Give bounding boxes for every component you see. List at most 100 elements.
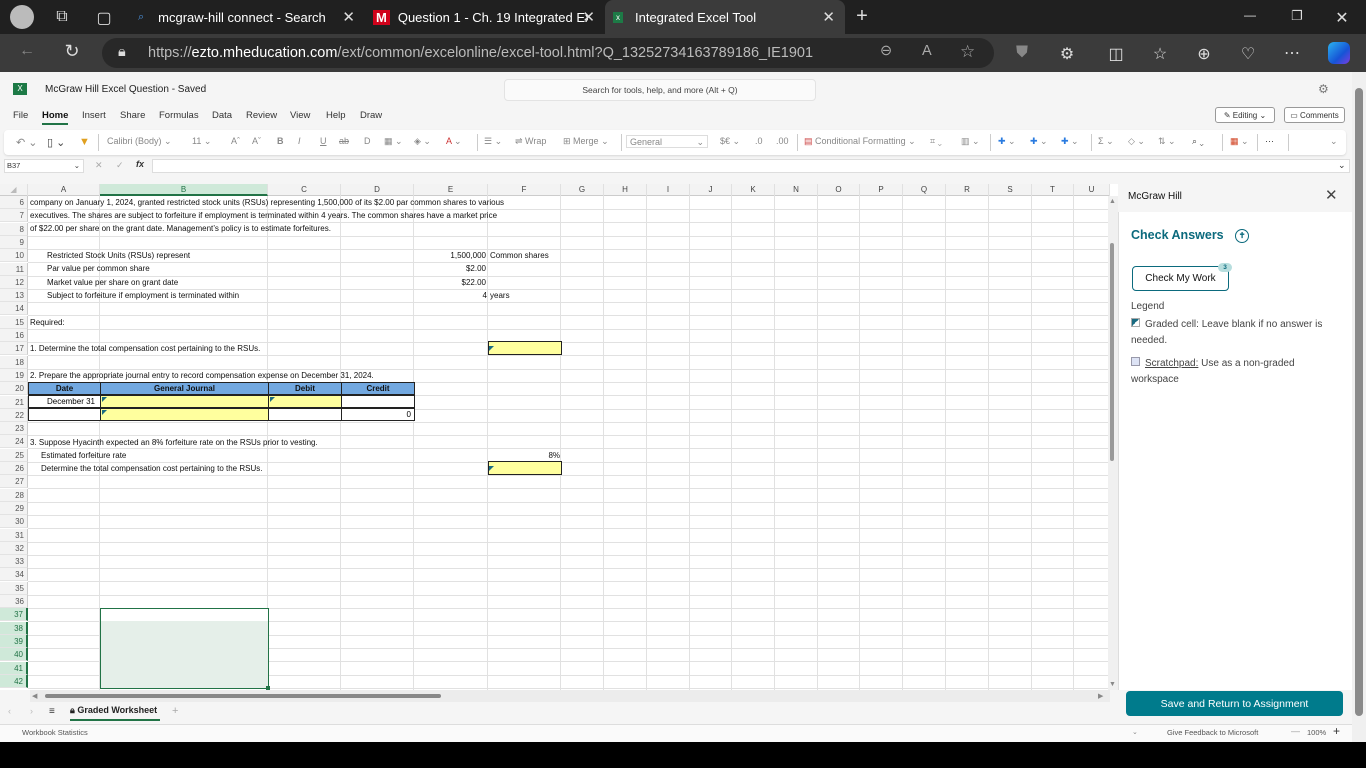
shield-icon[interactable]: ⛊ xyxy=(1010,44,1034,62)
shrink-font-icon[interactable]: Aˇ xyxy=(252,136,261,146)
journal-row2-account[interactable] xyxy=(100,408,269,421)
cell-A24[interactable]: 3. Suppose Hyacinth expected an 8% forfe… xyxy=(30,436,318,449)
answer-cell-F17[interactable] xyxy=(488,341,562,355)
row-header-10[interactable]: 10 xyxy=(0,249,28,262)
expand-formula-bar-icon[interactable]: ⌄ xyxy=(1338,160,1346,171)
split-screen-icon[interactable]: ◫ xyxy=(1104,44,1128,64)
number-format-select[interactable]: General ⌄ xyxy=(626,135,708,148)
favorites-icon[interactable]: ☆ xyxy=(1148,44,1172,64)
close-tab-icon[interactable]: ✕ xyxy=(822,8,835,26)
cell-E13[interactable]: 4 xyxy=(414,289,487,302)
row-header-12[interactable]: 12 xyxy=(0,276,28,289)
font-color-icon[interactable]: A ⌄ xyxy=(446,136,462,147)
sheet-tab-graded-worksheet[interactable]: 🔒︎ Graded Worksheet xyxy=(70,705,157,716)
journal-row2-credit[interactable]: 0 xyxy=(341,408,415,421)
row-header-33[interactable]: 33 xyxy=(0,555,28,568)
row-header-16[interactable]: 16 xyxy=(0,329,28,342)
currency-icon[interactable]: $€ ⌄ xyxy=(720,136,740,147)
column-header-H[interactable]: H xyxy=(604,184,647,196)
row-header-18[interactable]: 18 xyxy=(0,356,28,369)
menu-file[interactable]: File xyxy=(13,110,28,121)
row-header-27[interactable]: 27 xyxy=(0,475,28,488)
journal-row1-debit[interactable] xyxy=(268,395,342,408)
row-header-34[interactable]: 34 xyxy=(0,568,28,581)
favorite-star-icon[interactable]: ☆ xyxy=(960,42,975,62)
increase-decimal-icon[interactable]: .00 xyxy=(776,136,789,146)
scroll-left-arrow-icon[interactable]: ◀ xyxy=(32,692,37,700)
close-pane-icon[interactable]: ✕ xyxy=(1325,186,1338,204)
row-header-30[interactable]: 30 xyxy=(0,515,28,528)
collections-icon[interactable]: ⊕ xyxy=(1192,44,1216,64)
column-header-S[interactable]: S xyxy=(989,184,1032,196)
row-header-13[interactable]: 13 xyxy=(0,289,28,302)
cancel-formula-icon[interactable]: ✕ xyxy=(95,160,103,171)
grow-font-icon[interactable]: Aˆ xyxy=(231,136,240,146)
workspaces-icon[interactable]: ⧉ xyxy=(50,8,74,26)
close-tab-icon[interactable]: ✕ xyxy=(342,8,355,26)
row-header-36[interactable]: 36 xyxy=(0,595,28,608)
save-and-return-button[interactable]: Save and Return to Assignment xyxy=(1126,691,1343,716)
font-name-select[interactable]: Calibri (Body) ⌄ xyxy=(107,136,185,147)
close-tab-icon[interactable]: ✕ xyxy=(582,8,595,26)
column-header-R[interactable]: R xyxy=(946,184,989,196)
clear-icon[interactable]: ◇ ⌄ xyxy=(1128,136,1145,147)
row-header-38[interactable]: 38 xyxy=(0,622,28,635)
column-header-E[interactable]: E xyxy=(414,184,488,196)
more-options-icon[interactable]: ⋯ xyxy=(1265,136,1274,147)
minimize-button[interactable]: — xyxy=(1238,8,1262,22)
cell-A19[interactable]: 2. Prepare the appropriate journal entry… xyxy=(30,369,374,382)
autosum-icon[interactable]: Σ ⌄ xyxy=(1098,136,1114,147)
undo-icon[interactable]: ↶ ⌄ xyxy=(16,136,38,149)
row-header-6[interactable]: 6 xyxy=(0,196,28,209)
column-header-F[interactable]: F xyxy=(488,184,561,196)
settings-gear-icon[interactable]: ⚙ xyxy=(1318,82,1329,96)
menu-home[interactable]: Home xyxy=(42,110,68,121)
row-header-25[interactable]: 25 xyxy=(0,449,28,462)
conditional-formatting-button[interactable]: ▤ Conditional Formatting ⌄ xyxy=(804,136,916,147)
more-icon[interactable]: ⋯ xyxy=(1280,43,1304,63)
row-header-26[interactable]: 26 xyxy=(0,462,28,475)
merge-button[interactable]: ⊞ Merge ⌄ xyxy=(563,136,609,147)
copilot-icon[interactable] xyxy=(1328,42,1350,64)
column-header-N[interactable]: N xyxy=(775,184,818,196)
accessibility-icon[interactable]: ✝ xyxy=(1235,228,1250,243)
cell-A12[interactable]: Market value per share on grant date xyxy=(47,276,178,289)
zoom-in-button[interactable]: + xyxy=(1333,724,1340,738)
column-header-C[interactable]: C xyxy=(268,184,341,196)
row-header-8[interactable]: 8 xyxy=(0,223,28,236)
insert-function-icon[interactable]: fx xyxy=(136,159,144,169)
cell-F13[interactable]: years xyxy=(490,289,510,302)
cell-A15[interactable]: Required: xyxy=(30,316,65,329)
cell-A10[interactable]: Restricted Stock Units (RSUs) represent xyxy=(47,249,190,262)
tab-question[interactable]: M Question 1 - Ch. 19 Integrated Ex ✕ xyxy=(365,0,605,34)
menu-formulas[interactable]: Formulas xyxy=(159,110,199,121)
row-header-42[interactable]: 42 xyxy=(0,675,28,688)
insert-cells-icon[interactable]: ✚ ⌄ xyxy=(998,136,1016,147)
italic-icon[interactable]: I xyxy=(298,136,301,146)
row-header-41[interactable]: 41 xyxy=(0,662,28,675)
column-header-K[interactable]: K xyxy=(732,184,775,196)
menu-data[interactable]: Data xyxy=(212,110,232,121)
expand-ribbon-icon[interactable]: ⌄ xyxy=(1330,136,1338,147)
cell-F25[interactable]: 8% xyxy=(488,449,560,462)
row-header-21[interactable]: 21 xyxy=(0,396,28,409)
format-as-table-icon[interactable]: ⌗ ⌄ xyxy=(930,136,942,147)
cell-A25[interactable]: Estimated forfeiture rate xyxy=(41,449,126,462)
menu-draw[interactable]: Draw xyxy=(360,110,382,121)
row-header-9[interactable]: 9 xyxy=(0,236,28,249)
comments-button[interactable]: ▭ Comments xyxy=(1284,107,1345,123)
tab-search[interactable]: ⌕ mcgraw-hill connect - Search ✕ xyxy=(130,0,365,34)
font-size-select[interactable]: 11 ⌄ xyxy=(192,136,211,147)
check-my-work-button[interactable]: Check My Work xyxy=(1132,266,1229,291)
prev-sheet-icon[interactable]: ‹ xyxy=(8,706,11,716)
bold-icon[interactable]: B xyxy=(277,136,284,146)
page-scrollbar-thumb[interactable] xyxy=(1355,88,1363,716)
tab-excel-tool[interactable]: x Integrated Excel Tool ✕ xyxy=(605,0,845,34)
column-header-J[interactable]: J xyxy=(690,184,732,196)
name-box[interactable]: B37 ⌄ xyxy=(4,159,84,173)
new-tab-button[interactable]: + xyxy=(850,5,874,28)
menu-review[interactable]: Review xyxy=(246,110,277,121)
cell-E10[interactable]: 1,500,000 xyxy=(414,249,486,262)
zoom-out-icon[interactable]: ⊖ xyxy=(880,43,892,59)
column-header-Q[interactable]: Q xyxy=(903,184,946,196)
